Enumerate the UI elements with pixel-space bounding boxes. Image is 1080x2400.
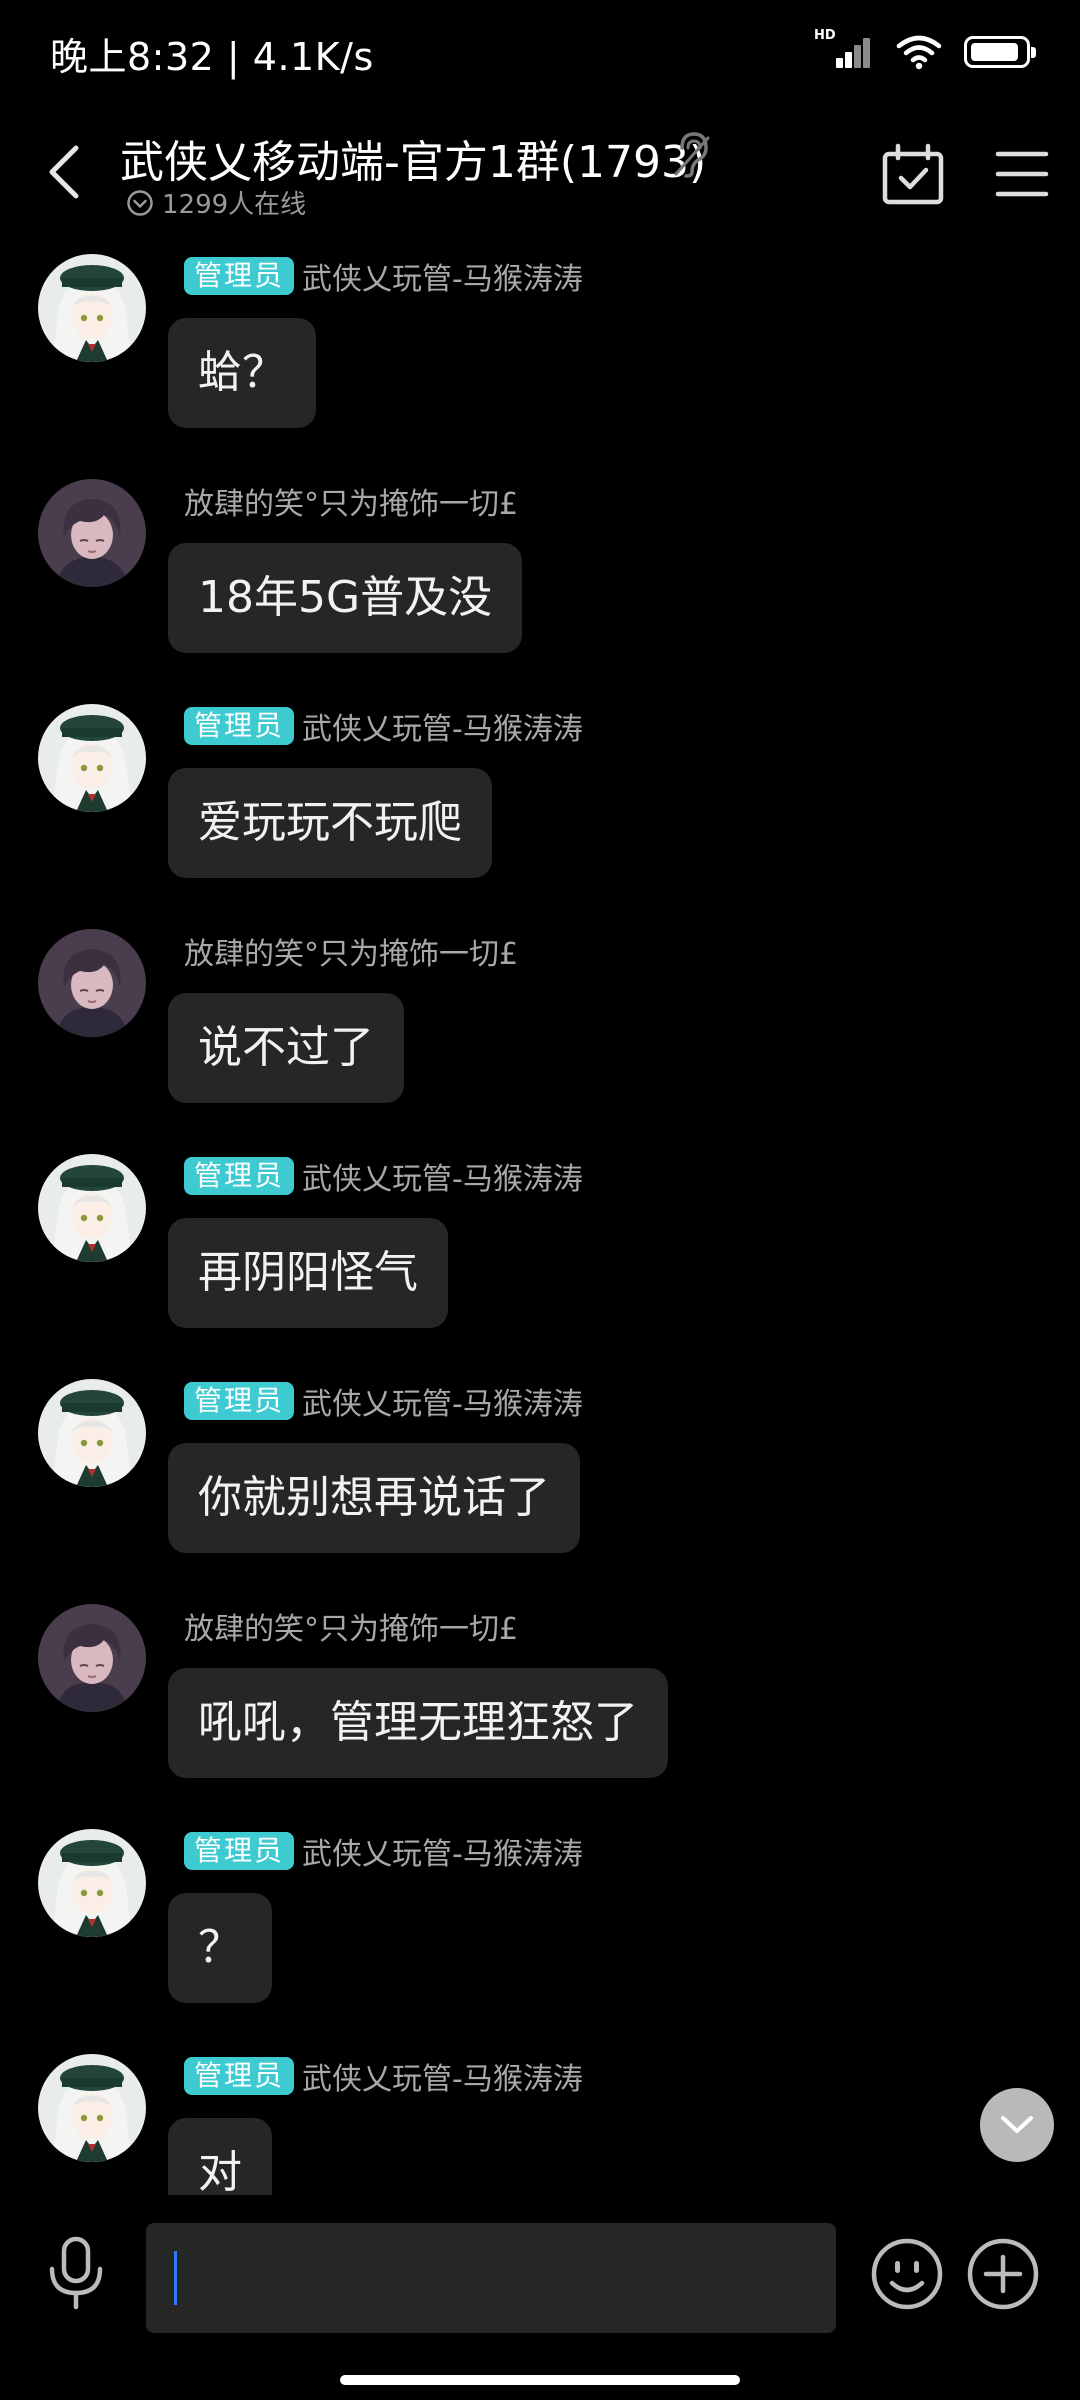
online-count[interactable]: 1299人在线 [126, 184, 306, 221]
status-bar: 晚上8:32 | 4.1K/s HD [0, 0, 1080, 100]
admin-badge: 管理员 [184, 707, 295, 745]
message-bubble[interactable]: 18年5G普及没 [168, 543, 523, 653]
admin-badge: 管理员 [184, 257, 295, 295]
scroll-to-bottom-button[interactable] [980, 2088, 1054, 2162]
avatar[interactable] [38, 1604, 146, 1712]
hd-label: HD [814, 28, 836, 43]
chevron-down-icon [1001, 2116, 1033, 2133]
back-button[interactable] [36, 140, 92, 204]
microphone-icon[interactable] [44, 2235, 108, 2311]
sender-row: 管理员 武侠乂玩管-马猴涛涛 [184, 2054, 583, 2098]
title-bar: 武侠乂移动端-官方1群(1793) 1299人在线 [0, 100, 1080, 250]
battery-icon [964, 36, 1036, 68]
sender-row: 管理员 武侠乂玩管-马猴涛涛 [184, 704, 583, 748]
sender-name[interactable]: 武侠乂玩管-马猴涛涛 [302, 1829, 583, 1873]
avatar[interactable] [38, 254, 146, 362]
message-bubble[interactable]: 再阴阳怪气 [168, 1218, 448, 1328]
sender-row: 管理员 武侠乂玩管-马猴涛涛 [184, 1379, 583, 1423]
message-list[interactable]: 管理员 武侠乂玩管-马猴涛涛 蛤？ 放肆的笑°只为掩饰一切£ 18年5G普及没 … [0, 250, 1080, 2195]
sender-name[interactable]: 放肆的笑°只为掩饰一切£ [184, 1604, 518, 1648]
avatar[interactable] [38, 479, 146, 587]
avatar[interactable] [38, 2054, 146, 2162]
avatar[interactable] [38, 1154, 146, 1262]
home-indicator[interactable] [340, 2375, 740, 2385]
sender-name[interactable]: 放肆的笑°只为掩饰一切£ [184, 479, 518, 523]
smiley-icon[interactable] [870, 2237, 944, 2311]
sender-row: 放肆的笑°只为掩饰一切£ [184, 479, 518, 523]
admin-badge: 管理员 [184, 2057, 295, 2095]
input-bar [0, 2195, 1080, 2400]
wifi-icon [896, 35, 942, 70]
message-bubble[interactable]: 蛤？ [168, 318, 316, 428]
sender-row: 放肆的笑°只为掩饰一切£ [184, 929, 518, 973]
sender-row: 放肆的笑°只为掩饰一切£ [184, 1604, 518, 1648]
admin-badge: 管理员 [184, 1157, 295, 1195]
message-bubble[interactable]: 爱玩玩不玩爬 [168, 768, 492, 878]
calendar-check-icon[interactable] [880, 142, 946, 208]
text-caret [174, 2251, 177, 2305]
admin-badge: 管理员 [184, 1382, 295, 1420]
avatar[interactable] [38, 1379, 146, 1487]
chevron-left-icon [49, 145, 79, 199]
battery-fill [971, 43, 1018, 61]
online-text: 1299人在线 [162, 190, 307, 220]
status-icons: HD [814, 28, 1036, 74]
status-time-speed: 晚上8:32 | 4.1K/s [50, 35, 374, 79]
message-bubble[interactable]: 吼吼，管理无理狂怒了 [168, 1668, 668, 1778]
sender-row: 管理员 武侠乂玩管-马猴涛涛 [184, 254, 583, 298]
message-bubble[interactable]: 对 [168, 2118, 272, 2195]
sender-name[interactable]: 武侠乂玩管-马猴涛涛 [302, 1379, 583, 1423]
ear-icon[interactable] [670, 128, 712, 180]
plus-circle-icon[interactable] [966, 2237, 1040, 2311]
message-bubble[interactable]: 你就别想再说话了 [168, 1443, 580, 1553]
admin-badge: 管理员 [184, 1832, 295, 1870]
message-input[interactable] [146, 2223, 836, 2333]
sender-name[interactable]: 武侠乂玩管-马猴涛涛 [302, 254, 583, 298]
avatar[interactable] [38, 929, 146, 1037]
sender-row: 管理员 武侠乂玩管-马猴涛涛 [184, 1154, 583, 1198]
avatar[interactable] [38, 704, 146, 812]
message-bubble[interactable]: ？ [168, 1893, 272, 2003]
sender-row: 管理员 武侠乂玩管-马猴涛涛 [184, 1829, 583, 1873]
signal-icon: HD [814, 28, 874, 72]
sender-name[interactable]: 放肆的笑°只为掩饰一切£ [184, 929, 518, 973]
chat-screen: 晚上8:32 | 4.1K/s HD 武侠乂移动端-官方1群(1793) 129… [0, 0, 1080, 2400]
chat-title[interactable]: 武侠乂移动端-官方1群(1793) [120, 126, 706, 190]
sender-name[interactable]: 武侠乂玩管-马猴涛涛 [302, 704, 583, 748]
message-bubble[interactable]: 说不过了 [168, 993, 404, 1103]
avatar[interactable] [38, 1829, 146, 1937]
sender-name[interactable]: 武侠乂玩管-马猴涛涛 [302, 2054, 583, 2098]
sender-name[interactable]: 武侠乂玩管-马猴涛涛 [302, 1154, 583, 1198]
chevron-circle-icon [127, 189, 153, 216]
hamburger-menu-icon[interactable] [994, 144, 1050, 204]
